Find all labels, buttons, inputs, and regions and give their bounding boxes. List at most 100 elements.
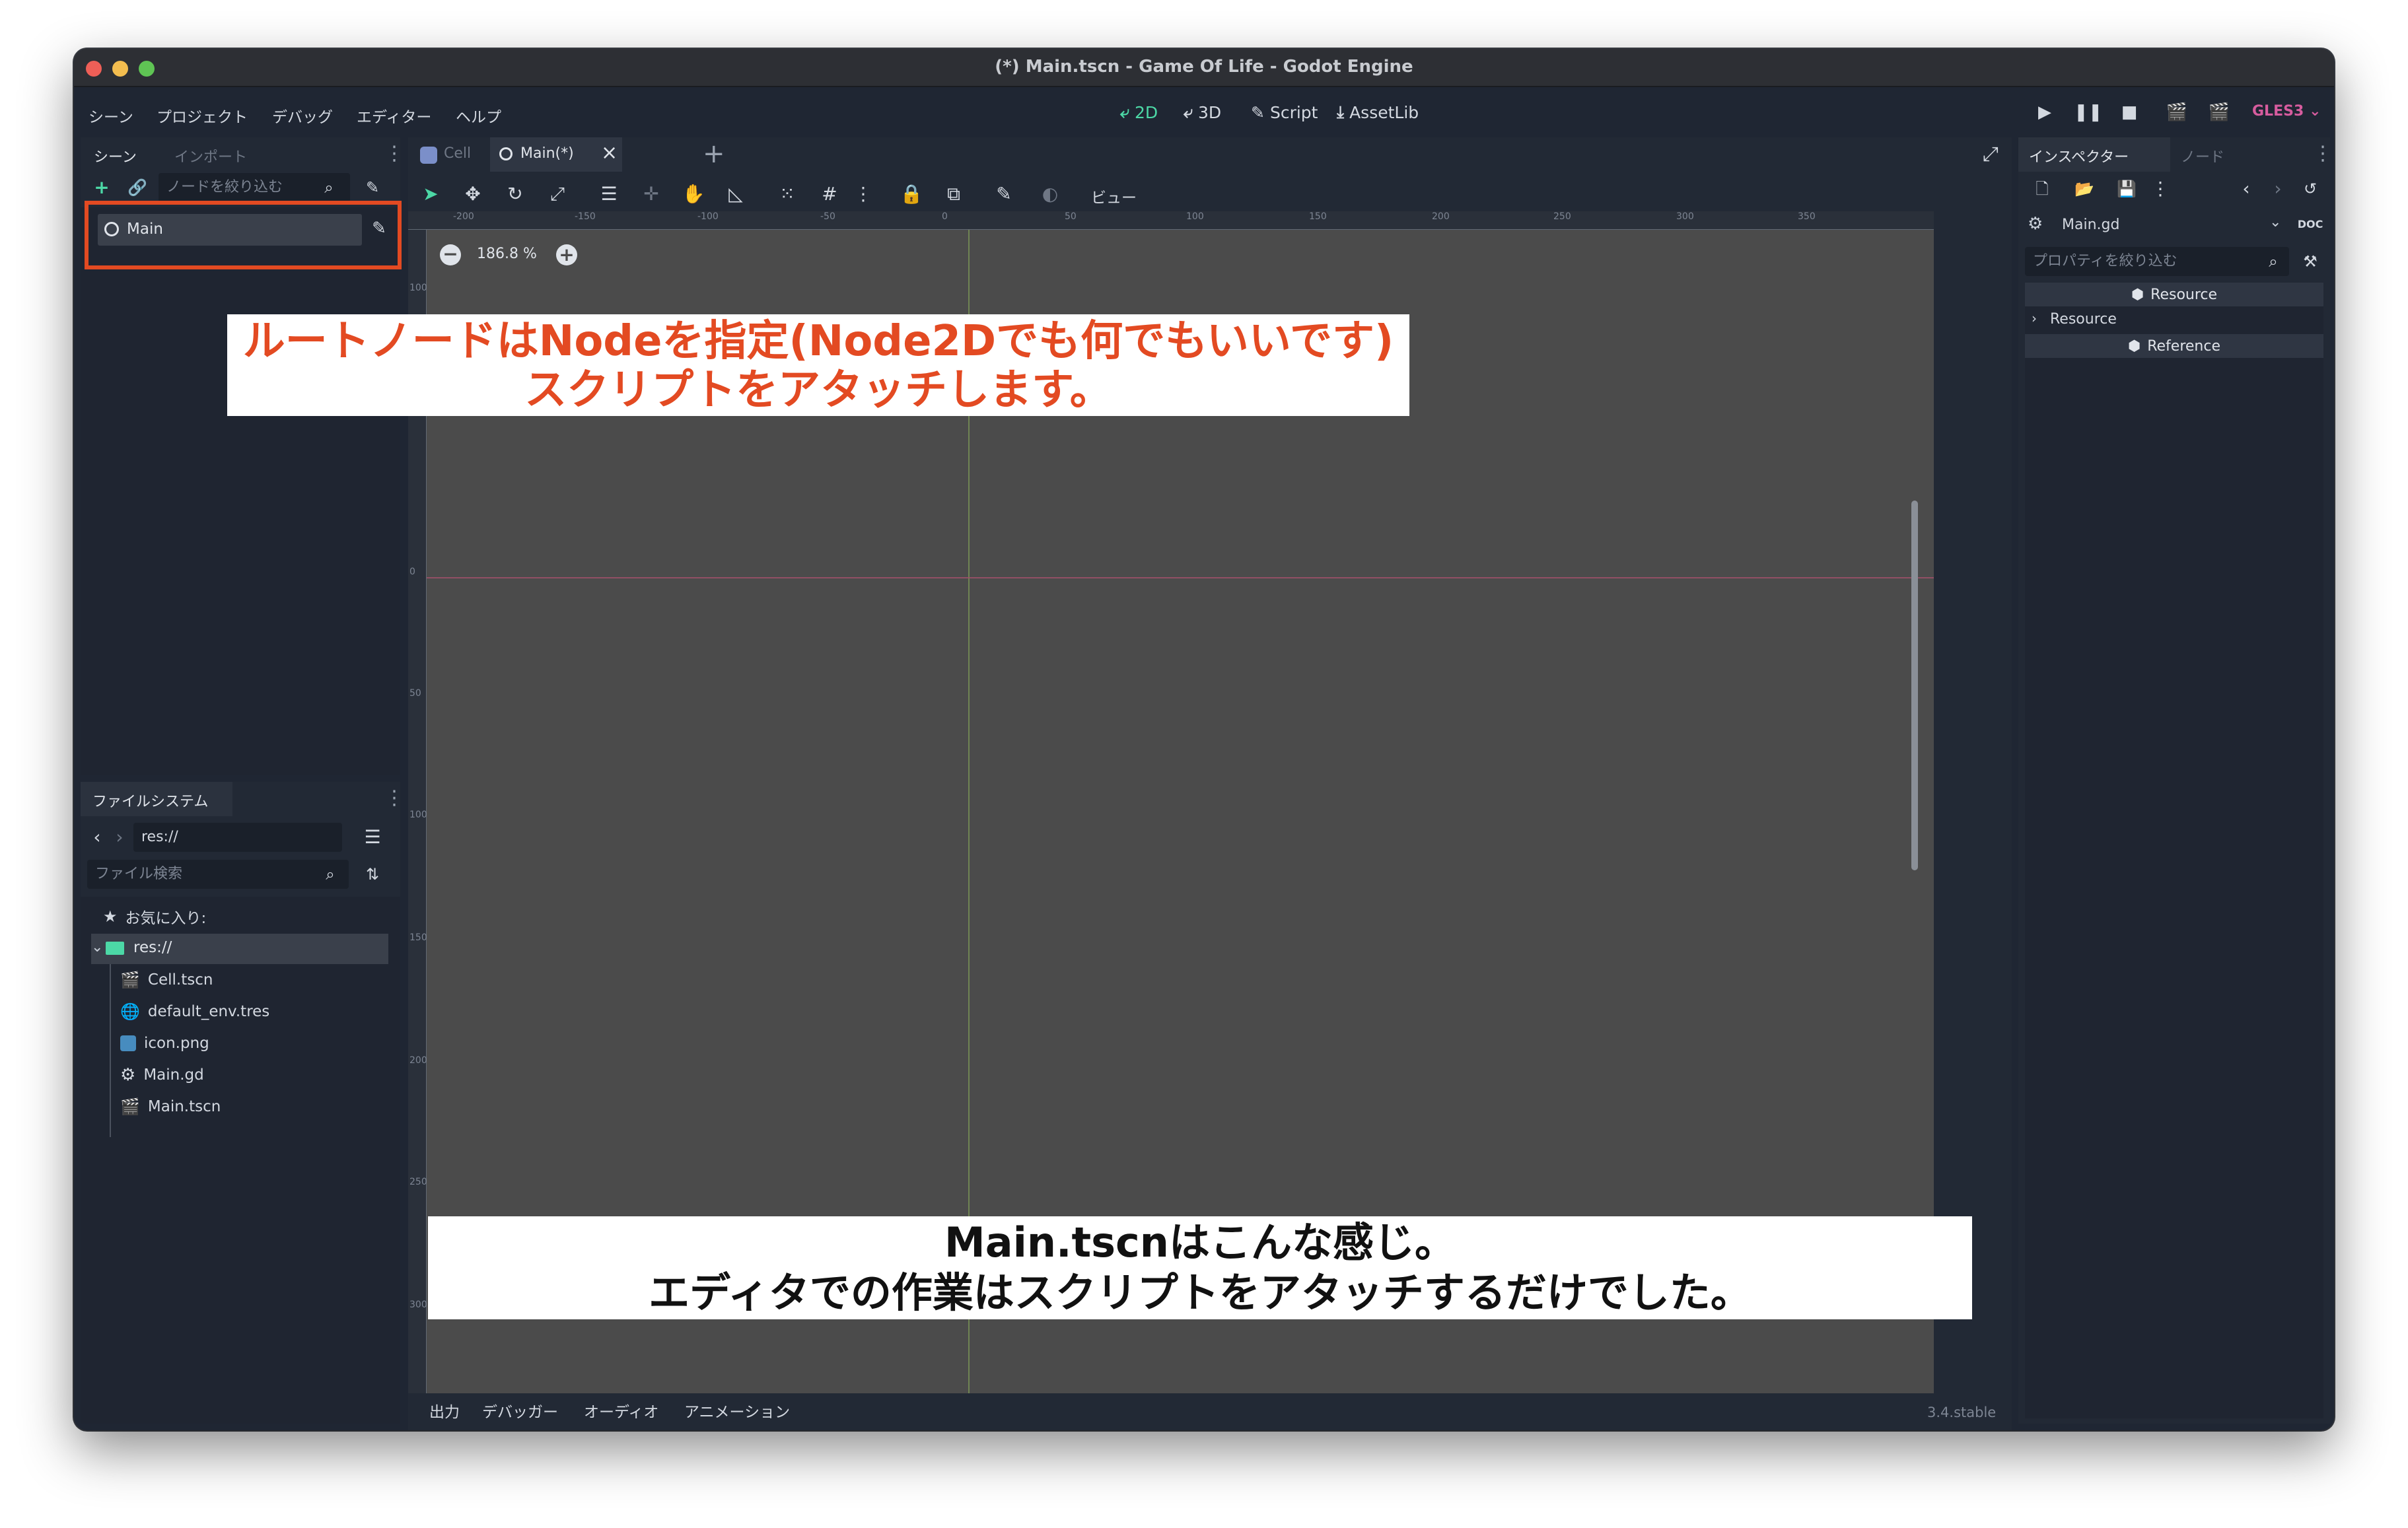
play-button[interactable]: ▶ [2032, 99, 2058, 125]
scene-tab-main[interactable]: Main(*) × [490, 137, 622, 172]
mode-script-button[interactable]: ✎ Script [1251, 100, 1318, 124]
bottom-panel-bar: 出力 デバッガー オーディオ アニメーション 3.4.stable [408, 1393, 2012, 1430]
inspector-menu-button[interactable]: ⋮ [2313, 144, 2333, 164]
tab-inspector[interactable]: インスペクター [2018, 137, 2170, 172]
file-search-input[interactable]: ファイル検索 [87, 860, 349, 889]
distraction-free-button[interactable]: ⤢ [1983, 143, 1999, 166]
stop-icon: ■ [2121, 102, 2138, 122]
load-resource-button[interactable]: 📂 [2070, 174, 2099, 203]
camera-override-button[interactable]: ◐ [1036, 180, 1065, 209]
stop-button[interactable]: ■ [2116, 99, 2142, 125]
path-field[interactable]: res:// [133, 823, 342, 852]
rotate-mode-button[interactable]: ↻ [501, 180, 530, 209]
smart-snap-button[interactable]: ⁙ [773, 180, 802, 209]
pointer-icon: ➤ [423, 183, 439, 205]
node-circle-icon [499, 147, 513, 160]
annotation-bottom-line1: Main.tscnはこんな感じ。 [944, 1218, 1456, 1267]
more-vertical-icon: ⋮ [384, 142, 404, 165]
annotation-top-line1: ルートノードはNodeを指定(Node2Dでも何でもいいです) [242, 317, 1394, 366]
skeleton-button[interactable]: ✎ [989, 180, 1018, 209]
section-resource-collapsible[interactable]: › Resource [2025, 308, 2323, 331]
history-back-button[interactable]: ‹ [2236, 174, 2256, 203]
menu-scene[interactable]: シーン [89, 104, 133, 127]
zoom-in-button[interactable]: + [556, 244, 577, 265]
bone-icon: ✎ [996, 183, 1012, 205]
back-button[interactable]: ‹ [87, 823, 107, 852]
file-item[interactable]: icon.png [120, 1029, 209, 1058]
pause-button[interactable]: ❚❚ [2074, 99, 2103, 125]
scene-tab-cell[interactable]: Cell [415, 137, 487, 172]
scene-dock-menu-button[interactable]: ⋮ [384, 144, 404, 164]
close-tab-icon[interactable]: × [601, 141, 618, 164]
new-scene-tab-button[interactable]: + [703, 139, 725, 169]
favorites-item[interactable]: ★ お気に入り: [103, 902, 206, 931]
resource-selector[interactable]: ⚙ Main.gd ⌄ [2025, 210, 2289, 240]
folder-icon [106, 942, 124, 955]
ruler-mode-button[interactable]: ◺ [721, 180, 750, 209]
file-item[interactable]: 🌐 default_env.tres [120, 997, 269, 1026]
menu-debug[interactable]: デバッグ [272, 104, 333, 127]
tab-output[interactable]: 出力 [429, 1393, 460, 1430]
3d-icon: ⤶ [1184, 102, 1193, 122]
pan-mode-button[interactable]: ✋ [679, 180, 708, 209]
file-item[interactable]: 🎬 Cell.tscn [120, 965, 213, 994]
select-mode-button[interactable]: ➤ [416, 180, 445, 209]
open-docs-button[interactable]: DOC [2296, 210, 2325, 239]
grid-snap-button[interactable]: # [815, 180, 844, 209]
more-vertical-icon: ⋮ [854, 183, 872, 205]
file-item[interactable]: ⚙ Main.gd [120, 1060, 204, 1090]
ruler-icon: ◺ [728, 183, 743, 205]
menu-project[interactable]: プロジェクト [157, 104, 248, 127]
lock-button[interactable]: 🔒 [897, 180, 926, 209]
attach-script-button[interactable]: ✎ [358, 173, 387, 202]
tab-debugger[interactable]: デバッガー [482, 1393, 558, 1430]
filesystem-menu-button[interactable]: ⋮ [384, 788, 404, 808]
snap-options-button[interactable]: ⋮ [853, 180, 873, 209]
instance-scene-button[interactable]: 🔗 [123, 173, 152, 202]
section-resource-header: ⬢ Resource [2025, 283, 2323, 306]
menu-help[interactable]: ヘルプ [456, 104, 501, 127]
zoom-level[interactable]: 186.8 % [477, 246, 537, 262]
file-item[interactable]: 🎬 Main.tscn [120, 1092, 221, 1121]
zoom-out-button[interactable]: − [440, 244, 461, 265]
renderer-selector[interactable]: GLES3 ⌄ [2252, 103, 2321, 120]
tab-animation[interactable]: アニメーション [684, 1393, 790, 1430]
new-file-icon: 🗋 [2036, 180, 2049, 198]
play-scene-button[interactable]: 🎬 [2164, 99, 2190, 125]
tab-audio[interactable]: オーディオ [584, 1393, 658, 1430]
list-select-button[interactable]: ☰ [594, 180, 623, 209]
view-menu[interactable]: ビュー [1091, 185, 1137, 207]
mode-assetlib-button[interactable]: ⤓ AssetLib [1337, 100, 1419, 124]
move-mode-button[interactable]: ✥ [458, 180, 487, 209]
group-button[interactable]: ⧉ [939, 180, 968, 209]
forward-button[interactable]: › [110, 823, 129, 852]
filesystem-tab[interactable]: ファイルシステム [81, 782, 232, 816]
scale-mode-button[interactable]: ⤢ [543, 180, 572, 209]
menu-editor[interactable]: エディター [357, 104, 431, 127]
tab-scene[interactable]: シーン [94, 145, 137, 166]
file-tree: ★ お気に入り: ⌄ res:// 🎬 Cell.tscn 🌐 default_… [81, 897, 400, 1424]
new-resource-button[interactable]: 🗋 [2028, 174, 2057, 203]
globe-icon: 🌐 [120, 1002, 140, 1021]
history-forward-button[interactable]: › [2268, 174, 2288, 203]
mode-3d-button[interactable]: ⤶ 3D [1184, 100, 1221, 124]
tab-node[interactable]: ノード [2181, 145, 2224, 166]
history-button[interactable]: ↺ [2296, 174, 2325, 203]
mode-2d-button[interactable]: ⤶ 2D [1120, 100, 1158, 124]
toggle-split-button[interactable]: ☰ [358, 823, 387, 852]
tab-import[interactable]: インポート [174, 145, 247, 166]
save-resource-button[interactable]: 💾 [2112, 174, 2141, 203]
sort-button[interactable]: ⇅ [358, 860, 387, 889]
property-filter-input[interactable]: プロパティを絞り込む [2025, 247, 2289, 276]
inspector-options-button[interactable]: ⚒ [2296, 247, 2325, 276]
scene-tree: Main ✎ [81, 207, 400, 775]
pivot-mode-button[interactable]: ✛ [637, 180, 666, 209]
add-node-button[interactable]: + [87, 173, 116, 202]
vertical-scrollbar[interactable] [1911, 501, 1918, 870]
folder-res-row[interactable]: ⌄ res:// [91, 934, 388, 964]
resource-extra-button[interactable]: ⋮ [2150, 174, 2170, 203]
highlight-box [85, 201, 402, 269]
play-custom-scene-button[interactable]: 🎬 [2206, 99, 2232, 125]
property-list: ⬢ Resource › Resource ⬢ Reference [2025, 283, 2323, 1418]
script-add-icon: ✎ [365, 178, 380, 197]
